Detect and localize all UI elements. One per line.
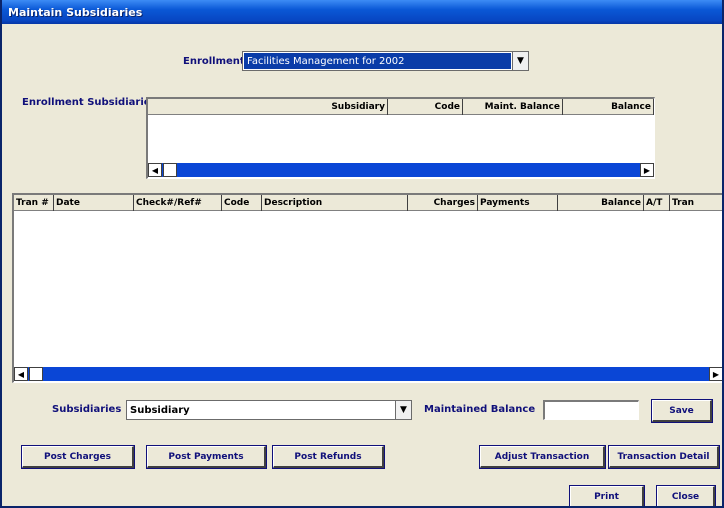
scroll-thumb[interactable]: [163, 163, 177, 177]
subsidiary-dropdown[interactable]: Subsidiary ▼: [126, 400, 412, 420]
chevron-down-icon[interactable]: ▼: [395, 401, 411, 419]
col-tran-num[interactable]: Tran #: [14, 195, 54, 211]
maintained-balance-input[interactable]: [543, 400, 639, 420]
enrollment-label: Enrollment: [183, 56, 245, 67]
save-button[interactable]: Save: [651, 399, 713, 423]
col-at[interactable]: A/T: [644, 195, 670, 211]
transactions-grid-header: Tran # Date Check#/Ref# Code Description…: [14, 195, 722, 211]
col-payments[interactable]: Payments: [478, 195, 558, 211]
enrollment-value: Facilities Management for 2002: [244, 53, 511, 69]
transactions-grid[interactable]: Tran # Date Check#/Ref# Code Description…: [12, 193, 722, 383]
print-button[interactable]: Print: [569, 485, 645, 506]
col-code[interactable]: Code: [222, 195, 262, 211]
col-balance[interactable]: Balance: [563, 99, 654, 115]
post-refunds-button[interactable]: Post Refunds: [272, 445, 385, 469]
col-tran[interactable]: Tran: [670, 195, 722, 211]
col-check-ref[interactable]: Check#/Ref#: [134, 195, 222, 211]
enrollment-subsidiaries-grid[interactable]: Subsidiary Code Maint. Balance Balance ◀…: [146, 97, 655, 179]
scroll-right-icon[interactable]: ▶: [640, 163, 654, 177]
col-date[interactable]: Date: [54, 195, 134, 211]
subsidiaries-label: Subsidiaries: [52, 404, 122, 415]
chevron-down-icon[interactable]: ▼: [512, 52, 528, 70]
adjust-transaction-button[interactable]: Adjust Transaction: [479, 445, 606, 469]
post-charges-button[interactable]: Post Charges: [21, 445, 135, 469]
title-bar[interactable]: Maintain Subsidiaries: [2, 0, 722, 24]
transactions-hscrollbar[interactable]: ◀ ▶: [14, 367, 722, 381]
maintained-balance-label: Maintained Balance: [424, 404, 536, 415]
col-balance[interactable]: Balance: [558, 195, 644, 211]
window-title: Maintain Subsidiaries: [8, 5, 143, 19]
subsidiaries-hscrollbar[interactable]: ◀ ▶: [148, 163, 654, 177]
transaction-detail-button[interactable]: Transaction Detail: [608, 445, 720, 469]
subsidiary-value: Subsidiary: [130, 404, 190, 416]
scroll-left-icon[interactable]: ◀: [14, 367, 28, 381]
post-payments-button[interactable]: Post Payments: [146, 445, 267, 469]
col-description[interactable]: Description: [262, 195, 408, 211]
col-code[interactable]: Code: [388, 99, 463, 115]
col-subsidiary[interactable]: Subsidiary: [148, 99, 388, 115]
close-button[interactable]: Close: [656, 485, 716, 506]
maintain-subsidiaries-window: Maintain Subsidiaries Enrollment Facilit…: [0, 0, 724, 508]
subsidiaries-grid-header: Subsidiary Code Maint. Balance Balance: [148, 99, 654, 115]
scroll-left-icon[interactable]: ◀: [148, 163, 162, 177]
enrollment-subsidiaries-label: Enrollment Subsidiaries: [22, 97, 157, 108]
scroll-right-icon[interactable]: ▶: [709, 367, 722, 381]
scroll-thumb[interactable]: [29, 367, 43, 381]
col-maint-balance[interactable]: Maint. Balance: [463, 99, 563, 115]
col-charges[interactable]: Charges: [408, 195, 478, 211]
enrollment-dropdown[interactable]: Facilities Management for 2002 ▼: [242, 51, 529, 71]
